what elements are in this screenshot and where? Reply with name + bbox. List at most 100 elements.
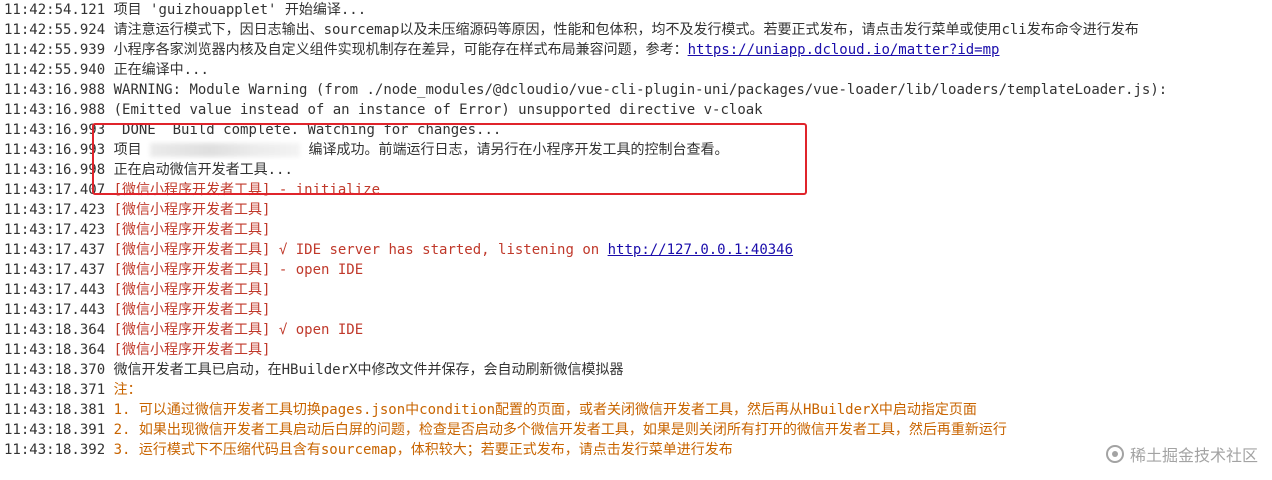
log-line: 11:43:18.364 [微信小程序开发者工具] √ open IDE <box>0 320 1272 340</box>
log-message-text: [微信小程序开发者工具] <box>113 342 271 358</box>
log-timestamp: 11:43:16.998 <box>4 162 106 178</box>
log-timestamp: 11:43:16.993 <box>4 122 106 138</box>
log-timestamp: 11:43:18.364 <box>4 342 106 358</box>
log-message: [微信小程序开发者工具] √ IDE server has started, l… <box>114 242 793 258</box>
log-message: 2. 如果出现微信开发者工具启动后白屏的问题，检查是否启动多个微信开发者工具，如… <box>114 422 1007 438</box>
log-message: DONE Build complete. Watching for change… <box>113 122 502 138</box>
log-timestamp: 11:42:55.939 <box>4 42 106 58</box>
log-message-text: [微信小程序开发者工具] <box>113 222 271 238</box>
log-message: WARNING: Module Warning (from ./node_mod… <box>114 82 1168 98</box>
log-timestamp: 11:43:16.988 <box>4 102 106 118</box>
log-link[interactable]: http://127.0.0.1:40346 <box>608 242 793 258</box>
log-line: 11:42:55.940 正在编译中... <box>0 60 1272 80</box>
log-line: 11:43:17.443 [微信小程序开发者工具] <box>0 280 1272 300</box>
log-timestamp: 11:43:17.423 <box>4 202 106 218</box>
log-message-text: [微信小程序开发者工具] - initialize <box>113 182 381 198</box>
log-message: [微信小程序开发者工具] - initialize <box>114 182 380 198</box>
log-line: 11:43:17.437 [微信小程序开发者工具] - open IDE <box>0 260 1272 280</box>
log-timestamp: 11:43:18.392 <box>4 442 106 458</box>
log-message-text: WARNING: Module Warning (from ./node_mod… <box>113 82 1168 98</box>
log-message: 项目 'guizhouapplet' 开始编译... <box>114 2 367 18</box>
log-line: 11:43:17.407 [微信小程序开发者工具] - initialize <box>0 180 1272 200</box>
log-message: (Emitted value instead of an instance of… <box>114 102 763 118</box>
log-message-text: 正在启动微信开发者工具... <box>113 162 293 178</box>
log-line: 11:43:18.370 微信开发者工具已启动，在HBuilderX中修改文件并… <box>0 360 1272 380</box>
log-line: 11:43:17.423 [微信小程序开发者工具] <box>0 200 1272 220</box>
log-message: 小程序各家浏览器内核及自定义组件实现机制存在差异，可能存在样式布局兼容问题，参考… <box>114 42 1000 58</box>
log-message-text: 项目 'guizhouapplet' 开始编译... <box>113 2 367 18</box>
log-message-prefix: 项目 <box>113 142 151 158</box>
log-list: 11:42:54.121 项目 'guizhouapplet' 开始编译... 1… <box>0 0 1272 460</box>
log-line: 11:43:18.392 3. 运行模式下不压缩代码且含有sourcemap，体… <box>0 440 1272 460</box>
log-timestamp: 11:43:18.391 <box>4 422 106 438</box>
log-message: [微信小程序开发者工具] √ open IDE <box>114 322 364 338</box>
log-message: [微信小程序开发者工具] <box>114 222 271 238</box>
log-line: 11:43:16.998 正在启动微信开发者工具... <box>0 160 1272 180</box>
log-message: 正在启动微信开发者工具... <box>114 162 293 178</box>
log-timestamp: 11:43:16.988 <box>4 82 106 98</box>
log-message-text: [微信小程序开发者工具] <box>113 282 271 298</box>
log-link[interactable]: https://uniapp.dcloud.io/matter?id=mp <box>688 42 1000 58</box>
log-timestamp: 11:43:17.443 <box>4 282 106 298</box>
log-message-text: 小程序各家浏览器内核及自定义组件实现机制存在差异，可能存在样式布局兼容问题，参考… <box>113 42 688 58</box>
watermark-logo-icon <box>1105 445 1124 463</box>
log-line: 11:43:18.391 2. 如果出现微信开发者工具启动后白屏的问题，检查是否… <box>0 420 1272 440</box>
log-message-text: [微信小程序开发者工具] √ IDE server has started, l… <box>113 242 608 258</box>
log-message-text: 正在编译中... <box>113 62 209 78</box>
log-message-text: 3. 运行模式下不压缩代码且含有sourcemap，体积较大；若要正式发布，请点… <box>113 442 733 458</box>
log-message: [微信小程序开发者工具] <box>114 282 271 298</box>
log-line: 11:42:54.121 项目 'guizhouapplet' 开始编译... <box>0 0 1272 20</box>
log-line: 11:43:18.381 1. 可以通过微信开发者工具切换pages.json中… <box>0 400 1272 420</box>
log-timestamp: 11:43:17.437 <box>4 262 106 278</box>
log-timestamp: 11:43:18.364 <box>4 322 106 338</box>
log-message-text: [微信小程序开发者工具] √ open IDE <box>113 322 364 338</box>
redacted-project-name <box>150 143 301 157</box>
watermark: 稀土掘金技术社区 <box>1105 442 1258 466</box>
log-message: 1. 可以通过微信开发者工具切换pages.json中condition配置的页… <box>114 402 977 418</box>
log-timestamp: 11:42:55.940 <box>4 62 106 78</box>
log-message: [微信小程序开发者工具] <box>114 342 271 358</box>
log-line: 11:43:18.364 [微信小程序开发者工具] <box>0 340 1272 360</box>
log-message-text: 微信开发者工具已启动，在HBuilderX中修改文件并保存，会自动刷新微信模拟器 <box>113 362 624 378</box>
log-line: 11:43:18.371 注： <box>0 380 1272 400</box>
log-timestamp: 11:43:17.437 <box>4 242 106 258</box>
log-message-text: 请注意运行模式下，因日志输出、sourcemap以及未压缩源码等原因，性能和包体… <box>113 22 1139 38</box>
log-message: [微信小程序开发者工具] - open IDE <box>114 262 364 278</box>
log-message-text: [微信小程序开发者工具] <box>113 302 271 318</box>
log-line: 11:43:17.437 [微信小程序开发者工具] √ IDE server h… <box>0 240 1272 260</box>
log-line: 11:42:55.924 请注意运行模式下，因日志输出、sourcemap以及未… <box>0 20 1272 40</box>
log-timestamp: 11:42:55.924 <box>4 22 106 38</box>
log-line: 11:43:16.993 DONE Build complete. Watchi… <box>0 120 1272 140</box>
log-message: 项目 编译成功。前端运行日志，请另行在小程序开发工具的控制台查看。 <box>114 142 729 158</box>
log-timestamp: 11:43:18.381 <box>4 402 106 418</box>
log-message-text: 注： <box>113 382 142 398</box>
log-message-text: [微信小程序开发者工具] <box>113 202 271 218</box>
log-line: 11:43:17.443 [微信小程序开发者工具] <box>0 300 1272 320</box>
log-message-text: 2. 如果出现微信开发者工具启动后白屏的问题，检查是否启动多个微信开发者工具，如… <box>113 422 1007 438</box>
log-message-text: [微信小程序开发者工具] - open IDE <box>113 262 364 278</box>
log-message-text: (Emitted value instead of an instance of… <box>113 102 763 118</box>
log-timestamp: 11:43:17.423 <box>4 222 106 238</box>
log-message: [微信小程序开发者工具] <box>114 202 271 218</box>
log-line: 11:43:17.423 [微信小程序开发者工具] <box>0 220 1272 240</box>
log-message: 注： <box>114 382 142 398</box>
log-timestamp: 11:43:17.443 <box>4 302 106 318</box>
log-timestamp: 11:43:18.371 <box>4 382 106 398</box>
log-line: 11:43:16.988 WARNING: Module Warning (fr… <box>0 80 1272 100</box>
log-message: 请注意运行模式下，因日志输出、sourcemap以及未压缩源码等原因，性能和包体… <box>114 22 1139 38</box>
log-message-text: 1. 可以通过微信开发者工具切换pages.json中condition配置的页… <box>113 402 977 418</box>
log-message-text: 编译成功。前端运行日志，请另行在小程序开发工具的控制台查看。 <box>300 142 729 158</box>
log-timestamp: 11:43:18.370 <box>4 362 106 378</box>
log-timestamp: 11:43:17.407 <box>4 182 106 198</box>
log-line: 11:43:16.988 (Emitted value instead of a… <box>0 100 1272 120</box>
log-line: 11:42:55.939 小程序各家浏览器内核及自定义组件实现机制存在差异，可能… <box>0 40 1272 60</box>
log-message: 3. 运行模式下不压缩代码且含有sourcemap，体积较大；若要正式发布，请点… <box>114 442 733 458</box>
log-message: [微信小程序开发者工具] <box>114 302 271 318</box>
log-timestamp: 11:42:54.121 <box>4 2 106 18</box>
log-message: 正在编译中... <box>114 62 209 78</box>
console-output: 11:42:54.121 项目 'guizhouapplet' 开始编译... 1… <box>0 0 1272 480</box>
log-message-text: DONE Build complete. Watching for change… <box>113 122 502 138</box>
watermark-text: 稀土掘金技术社区 <box>1129 446 1258 465</box>
log-message: 微信开发者工具已启动，在HBuilderX中修改文件并保存，会自动刷新微信模拟器 <box>114 362 624 378</box>
log-line: 11:43:16.993 项目 编译成功。前端运行日志，请另行在小程序开发工具的… <box>0 140 1272 160</box>
